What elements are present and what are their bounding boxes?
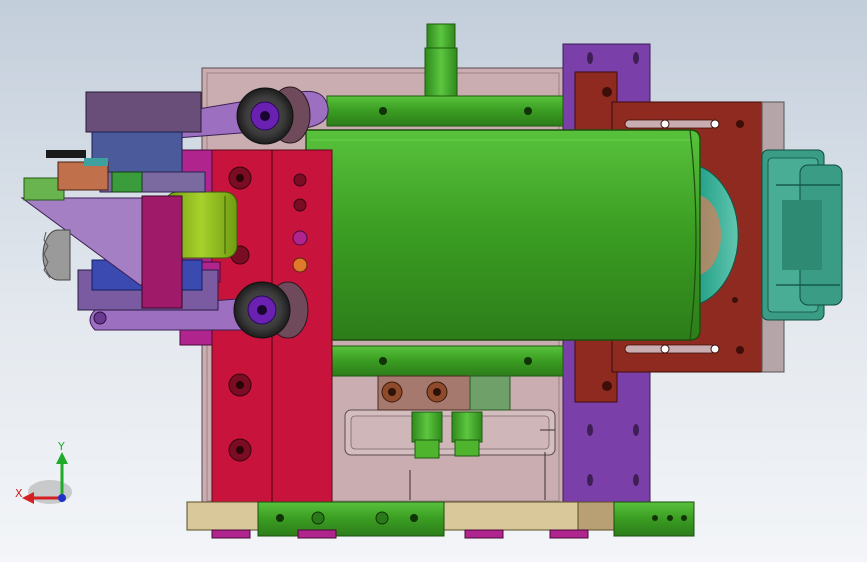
coordinate-triad bbox=[22, 452, 72, 504]
top-guide-rod[interactable] bbox=[424, 23, 458, 101]
x-axis-label: X bbox=[15, 487, 23, 500]
lower-roller[interactable] bbox=[233, 281, 309, 339]
cutter-disc[interactable] bbox=[42, 229, 71, 281]
base-green-end[interactable] bbox=[613, 501, 695, 537]
motor[interactable] bbox=[761, 149, 843, 321]
air-fitting-right[interactable] bbox=[451, 411, 483, 457]
upper-roller[interactable] bbox=[236, 86, 311, 145]
cad-viewport[interactable]: Y X bbox=[0, 0, 867, 562]
lower-valve-block[interactable] bbox=[377, 375, 511, 411]
base-green-bar[interactable] bbox=[257, 501, 445, 537]
upper-green-rail[interactable] bbox=[326, 95, 564, 127]
air-fitting-left[interactable] bbox=[411, 411, 443, 459]
assembly-model-view[interactable] bbox=[0, 0, 867, 562]
z-axis-dot bbox=[58, 494, 66, 502]
lower-green-rail[interactable] bbox=[326, 345, 564, 377]
y-axis-label: Y bbox=[58, 440, 65, 453]
main-green-body[interactable] bbox=[305, 129, 701, 341]
